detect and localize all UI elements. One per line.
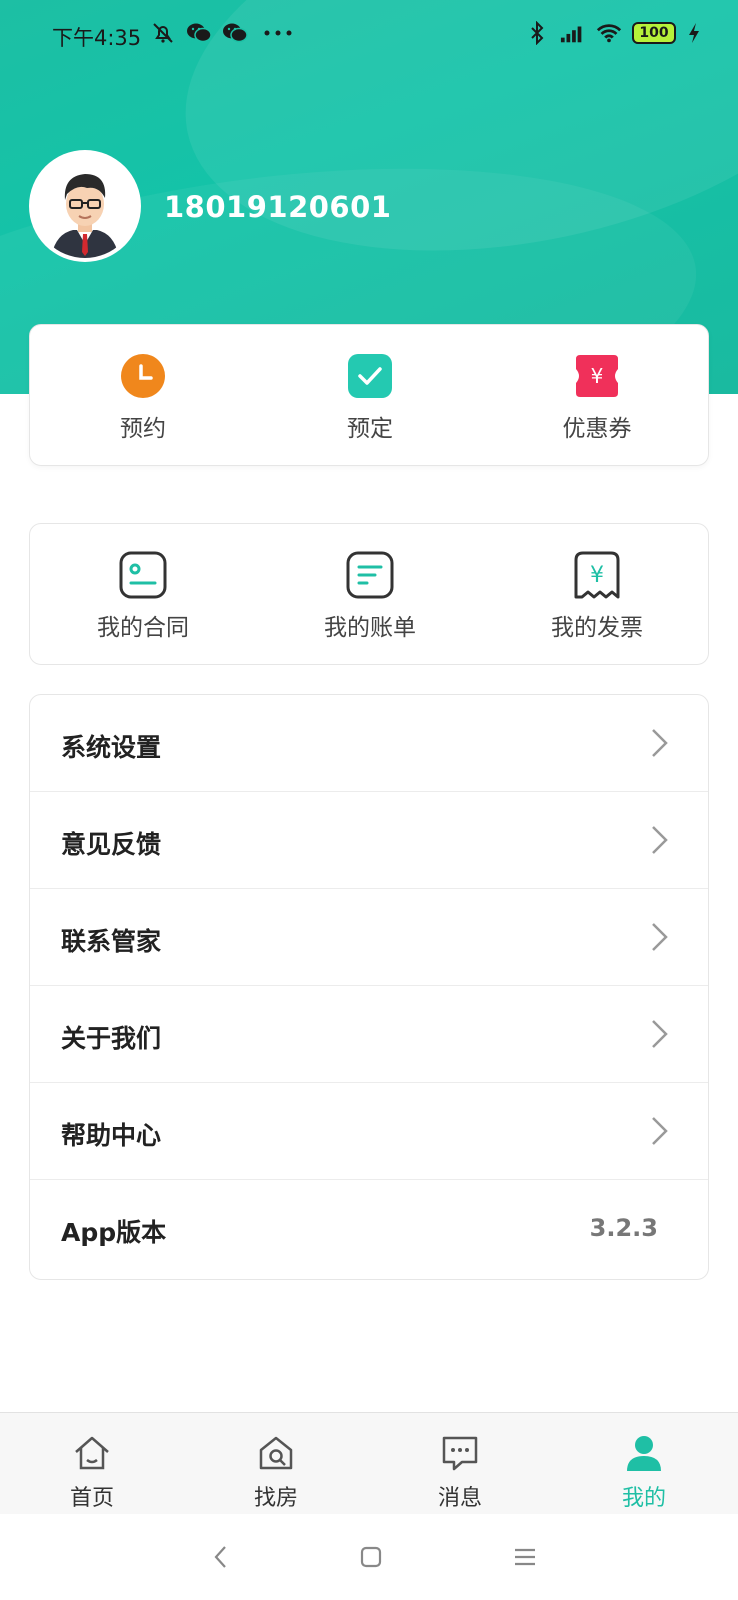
service-my-bill[interactable]: 我的账单: [257, 524, 483, 664]
services-card: 我的合同 我的账单 ¥ 我的发票: [29, 523, 709, 665]
battery-icon: 100: [632, 22, 676, 44]
status-bar: 下午4:35 100: [0, 0, 738, 70]
tab-label: 消息: [437, 1486, 482, 1511]
quick-action-label: 预约: [120, 416, 166, 442]
message-icon: [442, 1436, 478, 1471]
mute-bell-icon: [150, 20, 176, 46]
charging-icon: [686, 20, 702, 46]
clock-icon: [120, 353, 166, 399]
tab-label: 首页: [69, 1486, 114, 1511]
app-version-value: 3.2.3: [589, 1214, 658, 1242]
tab-label: 找房: [253, 1486, 298, 1511]
quick-action-label: 预定: [347, 416, 393, 442]
menu-item-label: 关于我们: [61, 1024, 162, 1053]
quick-action-appointment[interactable]: 预约: [30, 325, 256, 465]
quick-action-coupon[interactable]: ¥ 优惠券: [484, 325, 710, 465]
wechat-icon: [186, 20, 212, 46]
service-label: 我的账单: [324, 615, 416, 641]
menu-item-label: 帮助中心: [61, 1121, 162, 1150]
chevron-right-icon: [652, 826, 668, 854]
home-icon: [75, 1436, 109, 1470]
menu-item-label: 系统设置: [61, 733, 162, 762]
status-time: 下午4:35: [52, 26, 142, 50]
bluetooth-icon: [524, 20, 550, 46]
settings-list: 系统设置 意见反馈 联系管家 关于我们 帮助中心 App版本 3.2.3: [29, 694, 709, 1280]
system-navigation-bar: [0, 1514, 738, 1600]
user-phone-number: 18019120601: [164, 190, 392, 224]
tab-label: 我的: [621, 1486, 666, 1511]
bill-icon: [345, 550, 395, 600]
invoice-icon: ¥: [572, 550, 622, 600]
service-label: 我的合同: [97, 615, 189, 641]
wifi-icon: [596, 20, 622, 46]
tab-find-house[interactable]: 找房: [184, 1413, 368, 1515]
chevron-right-icon: [652, 729, 668, 757]
quick-action-reserve[interactable]: 预定: [257, 325, 483, 465]
service-label: 我的发票: [551, 615, 643, 641]
recents-menu-icon[interactable]: [510, 1542, 540, 1572]
service-my-contract[interactable]: 我的合同: [30, 524, 256, 664]
more-dots-icon: [258, 20, 298, 46]
svg-text:¥: ¥: [590, 563, 604, 588]
chevron-right-icon: [652, 1020, 668, 1048]
check-icon: [347, 353, 393, 399]
quick-action-label: 优惠券: [562, 416, 632, 442]
back-icon[interactable]: [206, 1542, 236, 1572]
menu-item-label: App版本: [61, 1218, 167, 1247]
avatar[interactable]: [29, 150, 141, 262]
wechat-icon: [222, 20, 248, 46]
menu-item-about-us[interactable]: 关于我们: [30, 986, 708, 1083]
menu-item-system-settings[interactable]: 系统设置: [30, 695, 708, 792]
menu-item-contact-butler[interactable]: 联系管家: [30, 889, 708, 986]
search-house-icon: [259, 1436, 293, 1470]
menu-item-label: 意见反馈: [61, 830, 162, 859]
tab-mine[interactable]: 我的: [552, 1413, 736, 1515]
menu-item-help-center[interactable]: 帮助中心: [30, 1083, 708, 1180]
quick-actions-card: 预约 预定 ¥ 优惠券: [29, 324, 709, 466]
contract-icon: [118, 550, 168, 600]
signal-icon: [560, 20, 586, 46]
tab-home[interactable]: 首页: [0, 1413, 184, 1515]
svg-text:¥: ¥: [591, 364, 604, 388]
service-my-invoice[interactable]: ¥ 我的发票: [484, 524, 710, 664]
home-button-icon[interactable]: [356, 1542, 386, 1572]
coupon-icon: ¥: [574, 353, 620, 399]
chevron-right-icon: [652, 1117, 668, 1145]
chevron-right-icon: [652, 923, 668, 951]
profile-icon: [627, 1436, 661, 1471]
menu-item-feedback[interactable]: 意见反馈: [30, 792, 708, 889]
tab-messages[interactable]: 消息: [368, 1413, 552, 1515]
bottom-tab-bar: 首页 找房 消息 我的: [0, 1412, 738, 1514]
menu-item-app-version: App版本 3.2.3: [30, 1180, 708, 1277]
menu-item-label: 联系管家: [61, 927, 162, 956]
